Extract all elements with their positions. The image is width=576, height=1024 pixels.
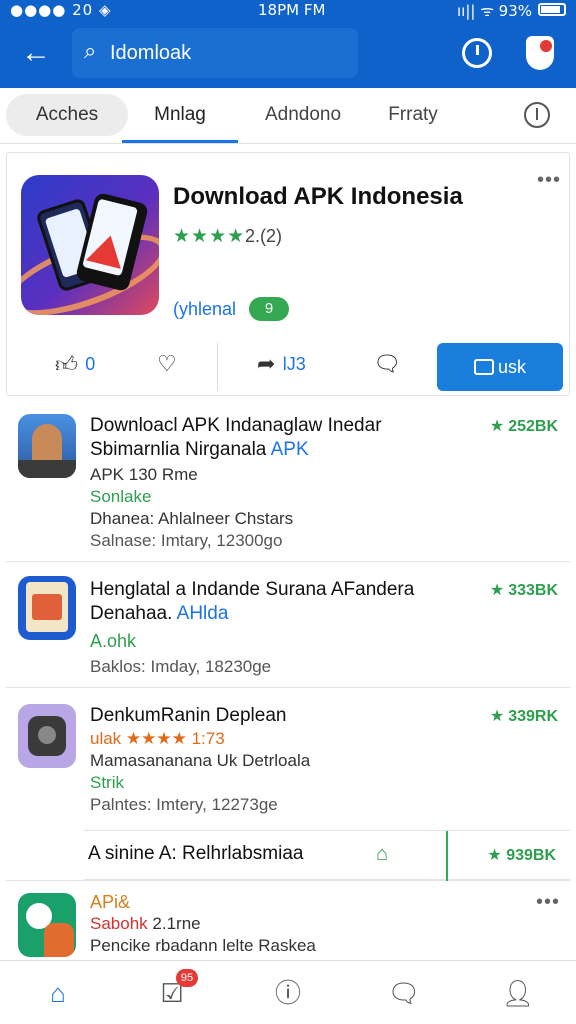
status-bar: ●●●● 20 ◈ 18PM FM ıı|| ᯤ 93%	[0, 0, 576, 22]
app-icon	[18, 576, 76, 640]
tab-mnlag[interactable]: Mnlag	[122, 94, 238, 136]
app-title: Downloacl APK Indanaglaw Inedar Sbimarnl…	[90, 415, 382, 460]
related-item-row[interactable]: A sinine A: Relhrlabsmiaa ⌂ ★ 939BK	[84, 830, 570, 881]
divider	[217, 343, 218, 391]
updates-icon[interactable]: ☑ 95	[150, 969, 198, 1013]
rating-stars: ★★★★	[173, 226, 246, 247]
signal-indicator: ●●●● 20 ◈	[10, 1, 112, 19]
chat-icon[interactable]: 🗨︎	[382, 973, 426, 1013]
comment-icon: 🗨︎	[373, 351, 401, 376]
like-count: 0	[85, 354, 96, 374]
app-category: Sonlake	[90, 487, 152, 506]
app-subtitle: Denahaa. AHlda	[90, 603, 229, 624]
list-item[interactable]: APi& Sabohk 2.1rne Pencike rbadann lelte…	[6, 880, 570, 960]
home-icon[interactable]: ⌂	[36, 973, 80, 1013]
list-item[interactable]: Henglatal a Indande Surana AFandera Dena…	[6, 562, 570, 688]
app-icon	[18, 414, 76, 478]
app-developer: Mamasananana Uk Detrloala	[90, 751, 311, 770]
divider	[446, 831, 448, 881]
install-button[interactable]: usk	[437, 343, 563, 391]
profile-icon[interactable]: 👤︎	[496, 973, 540, 1013]
app-category: A.ohk	[90, 631, 137, 651]
share-count: lJ3	[282, 353, 306, 374]
search-box[interactable]: ⌕	[72, 28, 358, 78]
tab-adndono[interactable]: Adndono	[248, 94, 358, 136]
notification-badge: 95	[176, 969, 198, 987]
heart-icon: ♡	[157, 351, 177, 376]
share-button[interactable]: ➦ lJ3	[257, 351, 306, 383]
download-size: ★ 939BK	[487, 847, 556, 864]
app-title: APi&	[90, 892, 131, 912]
install-label: usk	[497, 357, 526, 377]
download-size: ★ 333BK	[489, 582, 558, 599]
release-date: Baklos: Imday, 18230ge	[90, 657, 272, 676]
app-title: DenkumRanin Deplean	[90, 705, 287, 726]
more-options-icon[interactable]: •••	[536, 891, 560, 914]
app-header: ●●●● 20 ◈ 18PM FM ıı|| ᯤ 93% ← ⌕	[0, 0, 576, 88]
release-date: Palntes: Imtery, 12273ge	[90, 795, 278, 814]
home-icon: ⌂	[376, 843, 389, 865]
featured-app-title: Download APK Indonesia	[173, 183, 463, 210]
bottom-navigation: ⌂ ☑ 95 ⓘ 🗨︎ 👤︎	[0, 960, 576, 1024]
app-developer: Dhanea: Ahlalneer Chstars	[90, 509, 294, 528]
info-icon[interactable]: ⓘ	[266, 973, 310, 1013]
app-rating: Sabohk 2.1rne	[90, 914, 201, 933]
app-developer: Pencike rbadann lelte Raskea	[90, 936, 316, 955]
battery-percent: ıı|| ᯤ 93%	[456, 2, 532, 20]
back-arrow-icon[interactable]: ←	[18, 36, 54, 72]
more-options-icon[interactable]: •••	[537, 169, 561, 192]
shield-icon[interactable]	[526, 36, 554, 70]
app-icon	[18, 704, 76, 768]
thumbs-up-icon: 👍︎	[55, 352, 78, 377]
favorite-button[interactable]: ♡	[157, 351, 177, 383]
rating-stars: ulak ★★★★ 1:73	[90, 729, 225, 748]
rating-value: 2.(2)	[245, 226, 283, 246]
status-badge: 9	[249, 297, 289, 321]
download-size: ★ 339RK	[489, 708, 558, 725]
history-icon[interactable]	[462, 38, 492, 68]
tab-frraty[interactable]: Frraty	[368, 94, 458, 136]
tab-acches[interactable]: Acches	[6, 94, 128, 136]
like-button[interactable]: 👍︎ 0	[55, 351, 95, 383]
status-time: 18PM FM	[258, 1, 326, 19]
tab-bar: Acches Mnlag Adndono Frraty	[0, 88, 576, 144]
related-item-label: A sinine A: Relhrlabsmiaa	[88, 843, 304, 864]
release-date: Salnase: Imtary, 12300go	[90, 531, 283, 550]
app-title: Henglatal a Indande Surana AFandera	[90, 579, 415, 600]
developer-link[interactable]: (yhlenal	[173, 299, 236, 320]
app-category: Strik	[90, 773, 124, 792]
app-meta: APK 130 Rme	[90, 465, 198, 484]
search-input[interactable]	[110, 40, 350, 66]
app-icon	[18, 893, 76, 957]
comment-button[interactable]: 🗨︎	[373, 351, 401, 383]
featured-app-card[interactable]: Download APK Indonesia ★★★★ 2.(2) (yhlen…	[6, 152, 570, 396]
list-item[interactable]: Downloacl APK Indanaglaw Inedar Sbimarnl…	[6, 398, 570, 562]
active-tab-indicator	[122, 140, 238, 143]
share-icon: ➦	[257, 351, 276, 376]
app-icon	[21, 175, 159, 315]
download-size: ★ 252BK	[489, 418, 558, 435]
download-icon	[473, 359, 494, 375]
info-icon[interactable]	[524, 102, 550, 128]
list-item[interactable]: DenkumRanin Deplean ulak ★★★★ 1:73 Mamas…	[6, 688, 570, 828]
battery-icon	[538, 3, 566, 16]
search-icon: ⌕	[84, 38, 97, 63]
